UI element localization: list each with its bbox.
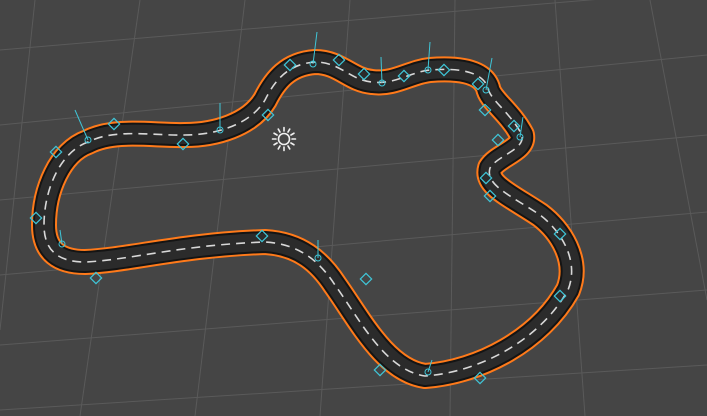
track-road-edge — [35, 53, 581, 385]
sun-light-icon[interactable] — [271, 126, 297, 152]
scene-viewport[interactable] — [0, 0, 707, 416]
control-point-handle[interactable] — [359, 272, 373, 286]
road-spline-track[interactable] — [31, 49, 585, 389]
